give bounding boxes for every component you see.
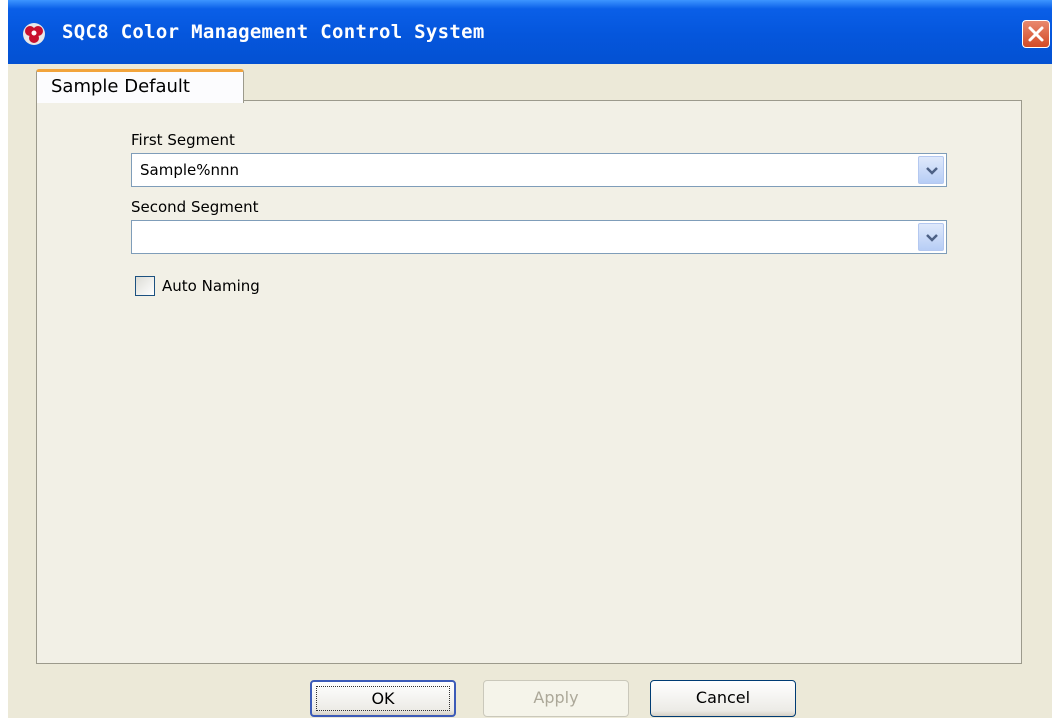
second-segment-combo[interactable] [131,220,947,254]
app-logo-icon [22,22,46,46]
tab-label: Sample Default [51,76,190,97]
cancel-button-label: Cancel [695,688,751,707]
second-segment-dropdown-button[interactable] [918,223,944,251]
first-segment-value: Sample%nnn [140,161,240,179]
cancel-button[interactable]: Cancel [650,680,796,717]
second-segment-label: Second Segment [131,198,259,216]
tab-sample-default[interactable]: Sample Default [36,69,244,103]
first-segment-label: First Segment [131,131,235,149]
dialog-window: SQC8 Color Management Control System Sam… [8,0,1052,718]
chevron-down-icon [926,234,938,242]
close-button[interactable] [1022,20,1050,48]
first-segment-dropdown-button[interactable] [918,156,944,184]
tab-panel-sample-default: First Segment Sample%nnn Second Segment … [36,100,1022,664]
chevron-down-icon [926,167,938,175]
first-segment-combo[interactable]: Sample%nnn [131,153,947,187]
ok-button[interactable]: OK [310,680,456,717]
title-bar[interactable]: SQC8 Color Management Control System [8,0,1052,64]
auto-naming-checkbox[interactable] [135,276,155,296]
apply-button[interactable]: Apply [483,680,629,717]
focus-rectangle [316,686,450,711]
apply-button-label: Apply [533,688,579,707]
window-title: SQC8 Color Management Control System [62,21,485,43]
close-icon [1028,26,1044,42]
auto-naming-label[interactable]: Auto Naming [162,277,260,295]
